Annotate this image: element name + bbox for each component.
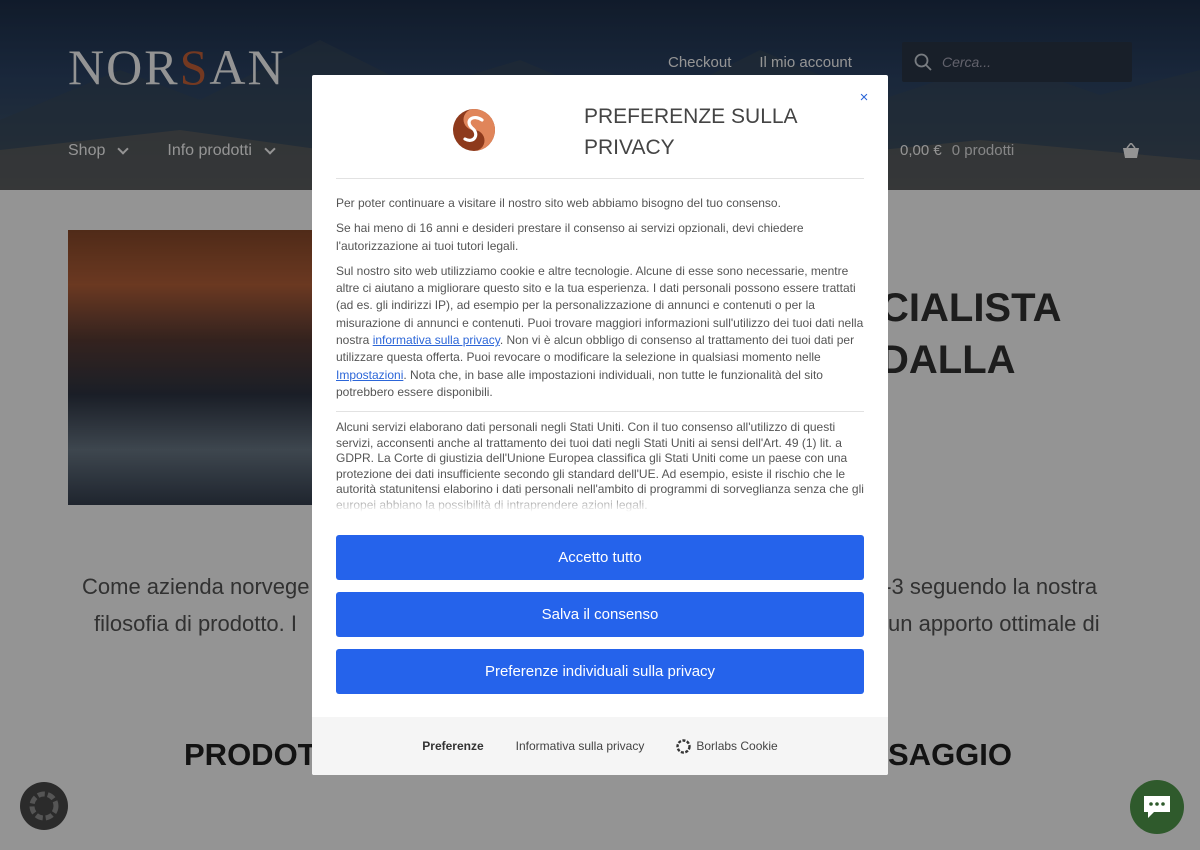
borlabs-cookie-link[interactable]: Borlabs Cookie (676, 738, 778, 754)
dialog-text: Per poter continuare a visitare il nostr… (336, 195, 864, 409)
chat-icon (1144, 796, 1170, 818)
accept-all-button[interactable]: Accetto tutto (336, 535, 864, 580)
consent-intro: Per poter continuare a visitare il nostr… (336, 196, 781, 210)
norsan-logo-icon (453, 109, 495, 151)
privacy-policy-footer-link[interactable]: Informativa sulla privacy (516, 739, 645, 753)
close-icon[interactable]: × (857, 90, 871, 105)
settings-link[interactable]: Impostazioni (336, 368, 403, 382)
dialog-title: PREFERENZE SULLA PRIVACY (584, 105, 797, 159)
cookie-icon (29, 791, 59, 821)
privacy-policy-link[interactable]: informativa sulla privacy (373, 333, 500, 347)
cookie-description: Sul nostro sito web utilizziamo cookie e… (336, 263, 864, 399)
borlabs-cookie-icon (676, 738, 692, 754)
divider (336, 411, 864, 412)
individual-privacy-preferences-button[interactable]: Preferenze individuali sulla privacy (336, 649, 864, 694)
cookie-settings-button[interactable] (20, 782, 68, 830)
save-consent-button[interactable]: Salva il consenso (336, 592, 864, 637)
chat-button[interactable] (1130, 780, 1184, 834)
age-notice: Se hai meno di 16 anni e desideri presta… (336, 221, 804, 253)
privacy-dialog: PREFERENZE SULLA PRIVACY × Per poter con… (312, 75, 888, 775)
dialog-footer: Preferenze Informativa sulla privacy Bor… (312, 717, 888, 775)
scroll-fade (336, 492, 864, 512)
preferences-link[interactable]: Preferenze (422, 739, 483, 753)
divider (336, 178, 864, 179)
